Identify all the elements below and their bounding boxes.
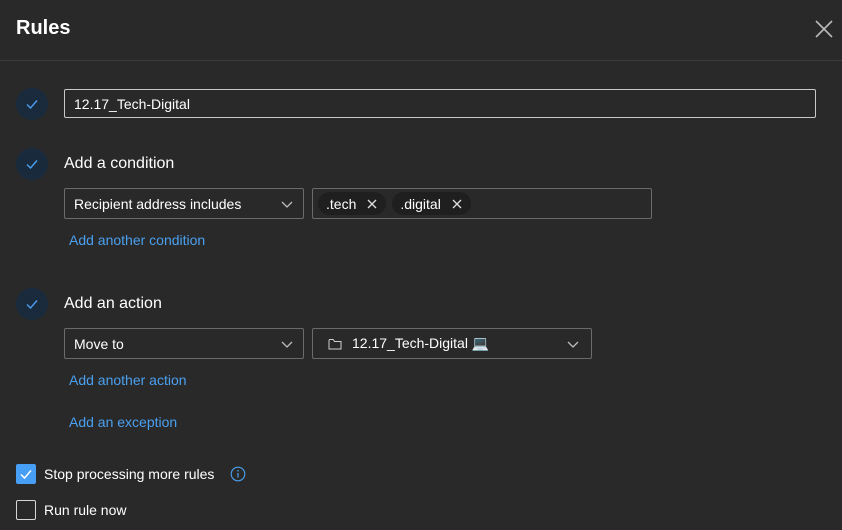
folder-picker-value: 12.17_Tech-Digital 💻 [352,335,565,352]
add-another-action-link[interactable]: Add another action [69,372,187,388]
chevron-down-icon [281,341,293,348]
close-icon[interactable] [812,17,836,41]
action-type-label: Move to [74,335,124,352]
step-complete-icon [16,88,48,120]
dismiss-icon[interactable] [366,198,378,210]
action-type-dropdown[interactable]: Move to [64,328,304,359]
action-section-title: Add an action [64,295,162,312]
run-rule-now-checkbox[interactable] [16,500,36,520]
chevron-down-icon [281,201,293,208]
dialog-header: Rules [0,0,842,61]
run-rule-now-option: Run rule now [16,500,127,520]
info-icon[interactable] [230,466,246,482]
checkmark-icon [20,470,32,480]
rule-name-input[interactable] [64,89,816,118]
chevron-down-icon [567,341,579,348]
stop-processing-option: Stop processing more rules [16,464,246,484]
condition-type-dropdown[interactable]: Recipient address includes [64,188,304,219]
tag-chip: .digital [392,192,471,215]
dialog-title: Rules [16,17,71,39]
run-rule-now-label[interactable]: Run rule now [44,502,127,518]
stop-processing-label[interactable]: Stop processing more rules [44,466,214,482]
dismiss-icon[interactable] [451,198,463,210]
step-complete-icon [16,148,48,180]
condition-type-label: Recipient address includes [74,195,242,212]
checkmark-icon [26,160,38,170]
step-complete-icon [16,288,48,320]
folder-name: 12.17_Tech-Digital [352,335,468,351]
folder-picker-dropdown[interactable]: 12.17_Tech-Digital 💻 [312,328,592,359]
tag-label: .tech [326,195,357,212]
condition-section-title: Add a condition [64,155,175,172]
checkmark-icon [26,300,38,310]
stop-processing-checkbox[interactable] [16,464,36,484]
checkmark-icon [26,100,38,110]
folder-icon [328,338,342,349]
add-exception-link[interactable]: Add an exception [69,414,177,430]
tag-label: .digital [400,195,441,212]
condition-value-tags-input[interactable]: .tech .digital [312,188,652,219]
tag-chip: .tech [318,192,387,215]
folder-emoji: 💻 [471,335,490,351]
add-another-condition-link[interactable]: Add another condition [69,232,205,248]
